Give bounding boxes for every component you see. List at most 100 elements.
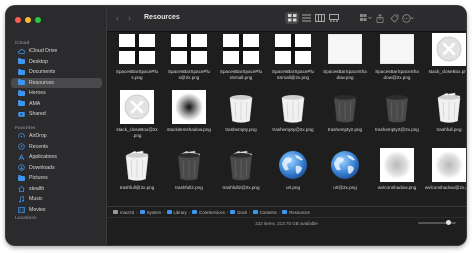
file-name: wvlconshadow.png (377, 185, 417, 190)
file-name: trashempty.png (225, 127, 257, 132)
sidebar-item-stealth[interactable]: stealth (6, 184, 107, 195)
file-item[interactable]: wvlconshadow.png (371, 141, 423, 199)
file-item[interactable]: url.png (267, 141, 319, 199)
sidebar-section-header: Favorites (15, 125, 36, 130)
sidebar-item-shared[interactable]: Shared (6, 109, 107, 120)
sidebar-item-label: Applications (29, 154, 57, 161)
file-item[interactable]: SpacesBarSpaceSha dow.png (319, 33, 371, 83)
folder-icon (166, 210, 172, 214)
icon-view-icon[interactable] (285, 12, 299, 24)
file-item[interactable]: wvlconshadow@2x.png (423, 141, 466, 199)
sidebar-section-header: iCloud (15, 40, 30, 45)
path-separator: › (163, 209, 165, 215)
forward-button[interactable]: › (128, 13, 131, 23)
sidebar-item-resources[interactable]: Resources (11, 77, 102, 88)
path-item-resources[interactable]: Resources (282, 210, 310, 215)
sidebar-item-airdrop[interactable]: AirDrop (6, 131, 107, 142)
blank-image-icon (327, 33, 363, 67)
main-area: ‹ › Resources SpacesBarSpacePlu s.png Sp… (107, 6, 466, 245)
file-name: stack_closeBox@2x .png (116, 127, 158, 138)
more-icon[interactable] (401, 12, 415, 24)
status-bar: 222 items, 213.75 GB available (107, 217, 466, 229)
close-circle-icon (119, 89, 155, 125)
sidebar-item-label: iCloud Drive (29, 48, 58, 55)
gallery-view-icon[interactable] (327, 12, 341, 24)
sidebar: iCloud iCloud Drive Desktop Documents Resour… (6, 6, 107, 245)
zoom-window-button[interactable] (35, 17, 41, 23)
sidebar-item-label: Resources (29, 79, 54, 86)
file-item[interactable]: url@2x.png (319, 141, 371, 199)
file-name: trashempty2.png (327, 127, 363, 132)
sidebar-item-desktop[interactable]: Desktop (6, 57, 107, 68)
group-menu-icon[interactable] (359, 12, 373, 24)
path-item-label: macOS (120, 209, 135, 215)
file-item[interactable]: SpacesBarSpacePlu s@2x.png (163, 33, 215, 83)
path-item-system[interactable]: System (139, 209, 162, 215)
back-button[interactable]: ‹ (116, 13, 119, 23)
window-title: Resources (144, 14, 180, 21)
sidebar-item-music[interactable]: Music (6, 194, 107, 205)
sidebar-item-applications[interactable]: Applications (6, 152, 107, 163)
folder-icon (18, 68, 25, 75)
file-item[interactable]: SpacesBarSpacePlu sSmall@2x.png (267, 33, 319, 83)
file-name: SpacesBarSpaceSha dow.png (323, 69, 367, 80)
blank-image-icon (379, 33, 415, 67)
file-item[interactable]: trashfull.png (423, 83, 466, 141)
finder-window: iCloud iCloud Drive Desktop Documents Resour… (6, 6, 466, 245)
icon-size-slider[interactable] (418, 220, 456, 225)
icon-size-slider-knob[interactable] (445, 220, 451, 225)
file-item[interactable]: trashempty2.png (319, 83, 371, 141)
file-item[interactable]: trashfull2@2x.png (215, 141, 267, 199)
file-name: SpacesBarSpacePlu s@2x.png (167, 69, 211, 80)
globe-icon (275, 147, 311, 183)
close-window-button[interactable] (15, 17, 21, 23)
sidebar-item-ama[interactable]: AMA (6, 99, 107, 110)
file-item[interactable]: stack_closeBox@2x .png (111, 83, 163, 141)
file-item[interactable]: SpacesBarSpacePlu s.png (111, 33, 163, 83)
file-item[interactable]: SpacesBarSpacePlu sSmall.png (215, 33, 267, 83)
path-item-coreservices[interactable]: CoreServices (192, 210, 225, 215)
sidebar-item-documents[interactable]: Documents (6, 67, 107, 78)
sidebar-item-label: stealth (29, 185, 45, 192)
file-item[interactable]: trashempty2@2x.png (371, 83, 423, 141)
sidebar-item-downloads[interactable]: Downloads (6, 163, 107, 174)
column-view-icon[interactable] (313, 12, 327, 24)
file-item[interactable]: SpacesBarSpaceSha dow@2x.png (371, 33, 423, 83)
file-item[interactable]: trashfull2.png (163, 141, 215, 199)
sidebar-item-heroes[interactable]: Heroes (6, 88, 107, 99)
file-item[interactable]: trashempty.png (215, 83, 267, 141)
path-item-contents[interactable]: Contents (252, 210, 277, 215)
sidebar-item-label: Pictures (29, 175, 48, 182)
sidebar-item-label: Desktop (29, 58, 49, 65)
path-item-dock[interactable]: Dock (230, 210, 247, 215)
sidebar-item-icloud-drive[interactable]: iCloud Drive (6, 46, 107, 57)
file-item[interactable]: trashempty@2x.png (267, 83, 319, 141)
sidebar-item-recents[interactable]: Recents (6, 142, 107, 153)
path-item-label: System (146, 209, 162, 215)
globe-icon (327, 147, 363, 183)
trash-full-icon (119, 147, 155, 183)
path-item-library[interactable]: Library (166, 210, 187, 215)
close-circle-icon (431, 33, 466, 67)
cloud-icon (18, 48, 25, 54)
sidebar-item-label: Documents (29, 69, 56, 76)
tag-icon[interactable] (387, 12, 401, 24)
sidebar-item-label: Recents (29, 143, 49, 150)
file-name: wvlconshadow@2x.png (424, 185, 466, 190)
sidebar-item-pictures[interactable]: Pictures (6, 173, 107, 184)
minimize-window-button[interactable] (25, 17, 31, 23)
folder-icon (252, 210, 258, 214)
view-switcher (285, 12, 341, 24)
file-item[interactable]: trashfull@2x.png (111, 141, 163, 199)
file-name: stackitemshadow.png (167, 127, 211, 132)
share-icon[interactable] (373, 12, 387, 24)
trash-icon (327, 89, 363, 125)
folder-icon (18, 58, 25, 65)
trash-icon (275, 89, 311, 125)
sidebar-item-label: Music (29, 196, 43, 203)
path-item-macos[interactable]: macOS (113, 210, 134, 215)
folder-icon (18, 100, 25, 107)
file-item[interactable]: stack_closeBox.png (423, 33, 466, 83)
file-item[interactable]: stackitemshadow.png (163, 83, 215, 141)
list-view-icon[interactable] (299, 12, 313, 24)
